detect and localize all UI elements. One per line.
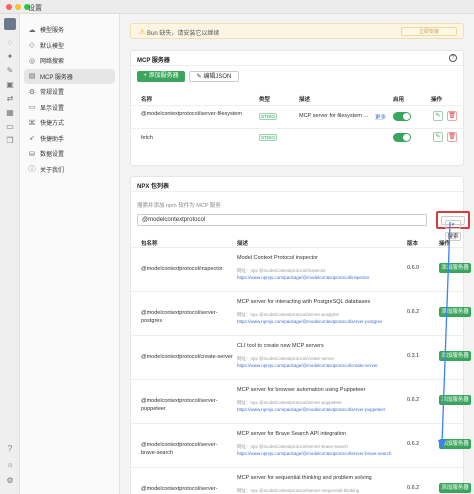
help-icon[interactable]: ? (5, 444, 15, 454)
translate-icon[interactable]: ⇄ (5, 94, 15, 104)
sidebar-item[interactable]: ⚙ 常规设置 (24, 84, 115, 100)
sidebar-item-label: 网络搜索 (40, 59, 65, 66)
sidebar-item[interactable]: ⌘ 快捷方式 (24, 115, 115, 131)
sidebar-item-label: 快捷助手 (40, 136, 65, 143)
settings-icon[interactable]: ⚙ (5, 476, 15, 486)
sidebar-item[interactable]: ▭ 显示设置 (24, 100, 115, 116)
server-icon: ▤ (28, 73, 36, 81)
icon-rail: ◌ ✦ ✎ ▣ ⇄ ▦ ▭ ❐ ? ☼ ⚙ (0, 14, 20, 494)
close-window-button[interactable] (6, 4, 12, 10)
gear-icon: ⚙ (28, 88, 36, 96)
sidebar-item[interactable]: ⓘ 关于我们 (24, 162, 115, 178)
sidebar-item[interactable]: ◇ 默认模型 (24, 38, 115, 54)
main-content: ⚠ Bun 缺失，请安装它以继续 立即安装 MCP 服务器 ? + 添加服务器 … (120, 14, 474, 494)
sidebar-item[interactable]: ➶ 快捷助手 (24, 131, 115, 147)
sidebar-item-label: 快捷方式 (40, 121, 65, 128)
sidebar-item-label: 数据设置 (40, 152, 65, 159)
grid-icon[interactable]: ▦ (5, 108, 15, 118)
database-icon: ⛁ (29, 150, 35, 158)
settings-sidebar: ☁ 模型服务 ◇ 默认模型 ◎ 网络搜索 ▤ MCP 服务器 ⚙ 常规设置 ▭ 显示设置 ⌘ 快捷方式 ➶ 快… (20, 14, 120, 494)
folder-icon[interactable]: ▭ (5, 122, 15, 132)
window-title: 设置 (28, 5, 42, 12)
sidebar-item-label: 显示设置 (40, 105, 65, 112)
globe-icon: ◎ (28, 57, 36, 65)
sidebar-item-label: 关于我们 (40, 167, 65, 174)
chat-icon[interactable]: ◌ (5, 38, 15, 48)
sidebar-item[interactable]: ⛁ 数据设置 (24, 146, 115, 162)
files-icon[interactable]: ❐ (5, 136, 15, 146)
monitor-icon: ▭ (28, 104, 36, 112)
sidebar-item[interactable]: ☁ 模型服务 (24, 22, 115, 38)
sidebar-item-label: MCP 服务器 (40, 74, 73, 81)
cube-icon: ◇ (29, 42, 35, 50)
zap-icon: ⌘ (28, 119, 36, 127)
info-icon: ⓘ (28, 166, 36, 174)
sidebar-item-label: 默认模型 (40, 43, 65, 50)
sidebar-item-label: 常规设置 (40, 90, 65, 97)
sidebar-item-label: 模型服务 (40, 28, 65, 35)
rocket-icon: ➶ (29, 135, 35, 143)
title-bar: 设置 (0, 0, 474, 14)
cloud-icon: ☁ (28, 26, 36, 34)
sun-icon[interactable]: ☼ (5, 460, 15, 470)
sidebar-item[interactable]: ◎ 网络搜索 (24, 53, 115, 69)
sidebar-item[interactable]: ▤ MCP 服务器 (24, 68, 115, 84)
avatar[interactable] (4, 18, 16, 30)
paint-icon[interactable]: ✎ (5, 66, 15, 76)
image-icon[interactable]: ▣ (5, 80, 15, 90)
annotation-arrow (438, 221, 451, 450)
sparkle-icon[interactable]: ✦ (5, 52, 15, 62)
minimize-window-button[interactable] (15, 4, 21, 10)
